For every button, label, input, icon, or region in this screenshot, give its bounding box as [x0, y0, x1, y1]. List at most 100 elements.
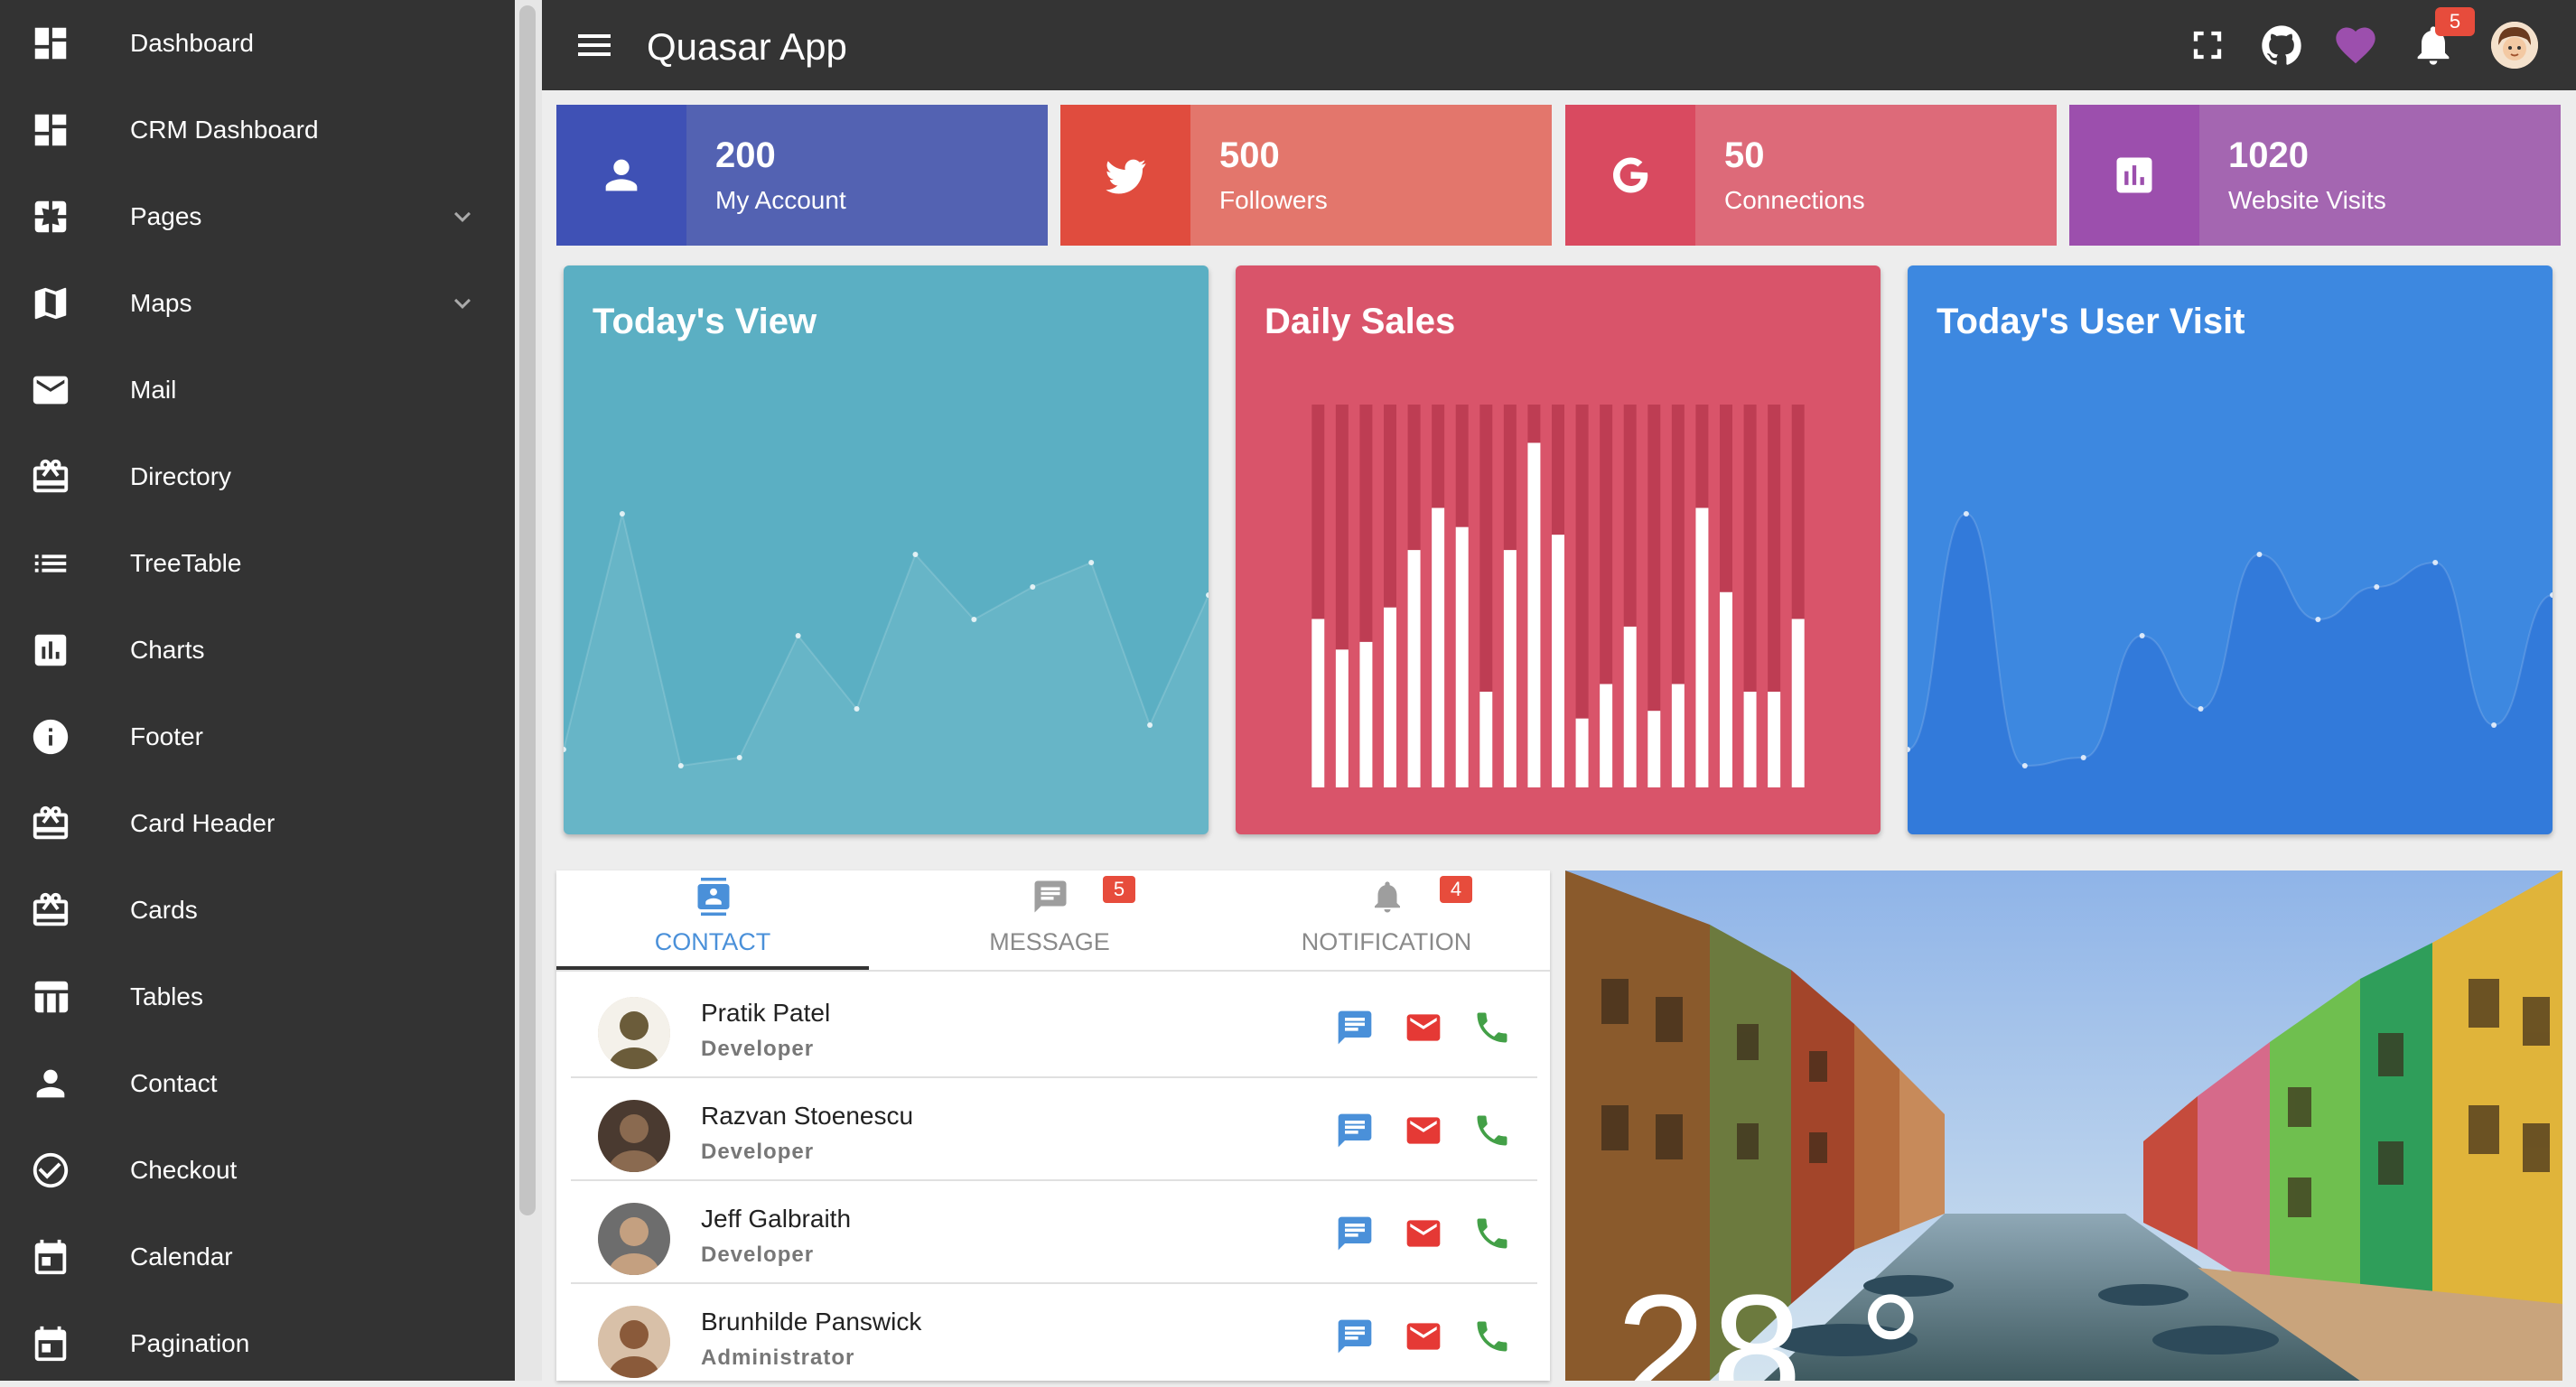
tab-notification[interactable]: NOTIFICATION 4 — [1230, 870, 1543, 970]
sidebar-item-contact[interactable]: Contact — [0, 1040, 515, 1127]
app-title: Quasar App — [647, 25, 847, 68]
sales-bar-5 — [1432, 507, 1445, 787]
sidebar-scrollbar-thumb[interactable] — [519, 5, 536, 1215]
sidebar-item-label: Mail — [130, 376, 177, 404]
sidebar-item-pagination[interactable]: Pagination — [0, 1300, 515, 1387]
contact-row[interactable]: Pratik Patel Developer — [571, 973, 1537, 1078]
email-icon[interactable] — [1404, 1317, 1443, 1356]
chat-icon[interactable] — [1335, 1111, 1375, 1150]
message-icon — [1031, 878, 1069, 916]
email-icon[interactable] — [1404, 1214, 1443, 1253]
sidebar-item-treetable[interactable]: TreeTable — [0, 520, 515, 607]
sales-bar-6 — [1455, 526, 1469, 787]
contact-role: Developer — [701, 1140, 815, 1164]
sales-bar-9 — [1527, 442, 1541, 787]
dashboard-icon — [30, 23, 71, 64]
check-circle-icon — [30, 1150, 71, 1191]
stat-card-my-account[interactable]: 200 My Account — [556, 105, 1048, 246]
stat-card-connections[interactable]: 50 Connections — [1565, 105, 2057, 246]
contact-name: Pratik Patel — [701, 999, 831, 1027]
sidebar-item-cards[interactable]: Cards — [0, 867, 515, 954]
view-point-8 — [1030, 584, 1036, 590]
pages-icon — [30, 196, 71, 237]
stat-label: Followers — [1219, 186, 1328, 214]
tab-message[interactable]: MESSAGE 5 — [893, 870, 1206, 970]
sales-bar-19 — [1768, 692, 1781, 787]
sidebar-item-label: Charts — [130, 636, 205, 664]
dashboard-icon — [30, 109, 71, 151]
sales-bar-14 — [1647, 711, 1661, 787]
github-icon[interactable] — [2258, 22, 2305, 69]
sales-bar-20 — [1791, 619, 1805, 787]
sidebar-item-card-header[interactable]: Card Header — [0, 780, 515, 867]
visit-point-3 — [2080, 755, 2086, 760]
stat-label: Website Visits — [2228, 186, 2386, 214]
sidebar-item-label: Maps — [130, 289, 192, 317]
visit-point-1 — [1963, 511, 1969, 517]
view-point-9 — [1088, 560, 1095, 565]
phone-icon[interactable] — [1472, 1317, 1512, 1356]
contact-icon — [695, 878, 733, 916]
contact-row[interactable]: Jeff Galbraith Developer — [571, 1179, 1537, 1284]
twitter-icon — [1060, 105, 1190, 246]
chevron-down-icon[interactable] — [446, 287, 479, 320]
card-giftcard-icon — [30, 889, 71, 931]
view-point-2 — [677, 763, 684, 768]
sidebar-item-calendar[interactable]: Calendar — [0, 1214, 515, 1300]
sidebar-item-mail[interactable]: Mail — [0, 347, 515, 433]
fullscreen-icon[interactable] — [2184, 22, 2231, 69]
google-icon — [1565, 105, 1695, 246]
visit-point-2 — [2021, 763, 2028, 768]
user-avatar[interactable] — [2491, 22, 2538, 69]
sidebar-item-dashboard[interactable]: Dashboard — [0, 0, 515, 87]
visit-point-10 — [2491, 722, 2497, 728]
contact-row[interactable]: Razvan Stoenescu Developer — [571, 1076, 1537, 1181]
chevron-down-icon[interactable] — [446, 200, 479, 233]
sidebar-item-label: Dashboard — [130, 29, 254, 57]
sidebar-item-label: Pages — [130, 202, 202, 230]
menu-icon[interactable] — [573, 23, 616, 67]
stat-card-followers[interactable]: 500 Followers — [1060, 105, 1552, 246]
temperature-readout: 28 ° — [1616, 1261, 1929, 1381]
sidebar-item-maps[interactable]: Maps — [0, 260, 515, 347]
todays-view-title: Today's View — [593, 302, 817, 341]
sidebar-item-tables[interactable]: Tables — [0, 954, 515, 1040]
visit-point-7 — [2315, 617, 2321, 622]
stat-value: 50 — [1724, 135, 1765, 175]
contact-avatar — [598, 1306, 670, 1378]
sidebar-item-directory[interactable]: Directory — [0, 433, 515, 520]
sidebar-item-crm-dashboard[interactable]: CRM Dashboard — [0, 87, 515, 173]
sidebar-item-footer[interactable]: Footer — [0, 694, 515, 780]
daily-sales-card: Daily Sales — [1236, 265, 1881, 834]
view-point-4 — [795, 633, 801, 638]
sidebar-item-pages[interactable]: Pages — [0, 173, 515, 260]
contact-name: Jeff Galbraith — [701, 1205, 852, 1233]
tab-label: NOTIFICATION — [1301, 928, 1472, 955]
contact-row[interactable]: Brunhilde Panswick Administrator — [571, 1282, 1537, 1381]
sidebar-item-charts[interactable]: Charts — [0, 607, 515, 694]
chat-icon[interactable] — [1335, 1317, 1375, 1356]
sidebar-item-checkout[interactable]: Checkout — [0, 1127, 515, 1214]
heart-icon[interactable] — [2332, 22, 2379, 69]
chat-icon[interactable] — [1335, 1214, 1375, 1253]
sidebar: Dashboard CRM Dashboard Pages Maps Mail Direc… — [0, 0, 515, 1381]
visit-point-5 — [2198, 706, 2204, 712]
email-icon[interactable] — [1404, 1008, 1443, 1047]
tab-badge: 5 — [1103, 876, 1135, 903]
tab-contact[interactable]: CONTACT — [556, 870, 869, 970]
contact-name: Razvan Stoenescu — [701, 1102, 914, 1130]
daily-sales-chart — [1311, 405, 1805, 787]
phone-icon[interactable] — [1472, 1008, 1512, 1047]
sidebar-item-label: Tables — [130, 982, 203, 1010]
email-icon[interactable] — [1404, 1111, 1443, 1150]
visit-point-9 — [2432, 560, 2439, 565]
stat-card-website-visits[interactable]: 1020 Website Visits — [2069, 105, 2561, 246]
view-point-11 — [1206, 592, 1209, 598]
calendar-icon — [30, 1323, 71, 1364]
chat-icon[interactable] — [1335, 1008, 1375, 1047]
sales-bar-7 — [1479, 692, 1493, 787]
phone-icon[interactable] — [1472, 1111, 1512, 1150]
notification-count-badge: 5 — [2435, 7, 2475, 36]
phone-icon[interactable] — [1472, 1214, 1512, 1253]
sidebar-item-label: Contact — [130, 1069, 218, 1097]
